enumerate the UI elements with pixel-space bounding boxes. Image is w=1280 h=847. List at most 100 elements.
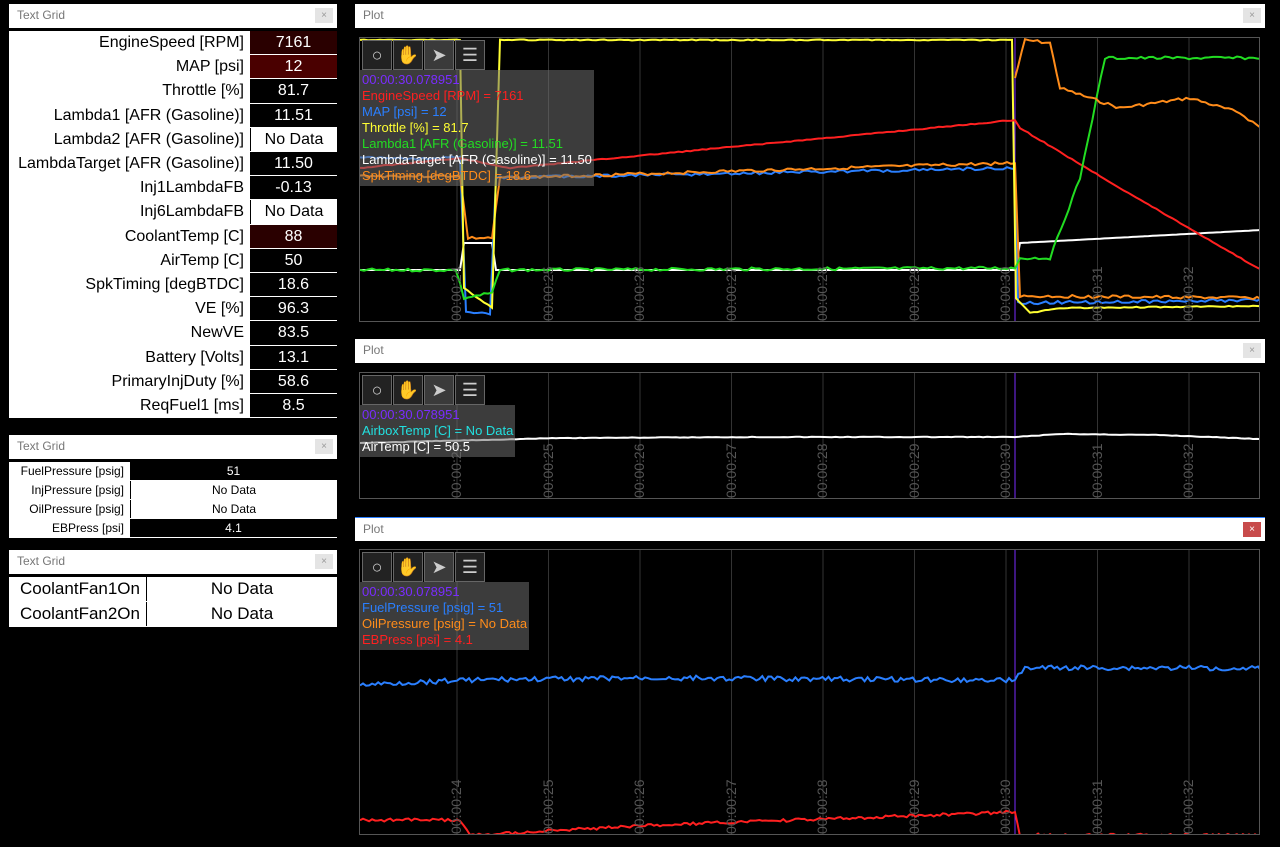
pan-hand-icon[interactable]: ✋	[393, 375, 423, 405]
time-tick-label: 00:00:31	[1088, 779, 1105, 835]
pointer-icon[interactable]: ➤	[424, 375, 454, 405]
time-tick-label: 00:00:31	[1088, 266, 1105, 322]
plot1-legend: 00:00:30.078951 EngineSpeed [RPM] = 7161 M…	[360, 70, 594, 186]
text-grid-value: No Data	[250, 200, 337, 224]
text-grid-label: Lambda2 [AFR (Gasoline)]	[9, 127, 250, 151]
text-grid-value: 13.1	[250, 345, 337, 369]
text-grid-row: CoolantFan1On No Data	[9, 577, 337, 602]
legend-entry: EBPress [psi] = 4.1	[362, 632, 473, 647]
text-grid-row: VE [%] 96.3	[9, 297, 337, 322]
text-grid-label: PrimaryInjDuty [%]	[9, 369, 250, 393]
text-grid-label: NewVE	[9, 321, 250, 345]
text-grid-1-title: Text Grid	[17, 8, 66, 22]
text-grid-3-title: Text Grid	[17, 554, 66, 568]
time-tick-label: 00:00:32	[1180, 779, 1196, 835]
text-grid-value: No Data	[250, 127, 337, 151]
pointer-icon[interactable]: ➤	[424, 552, 454, 582]
text-grid-value: 88	[250, 224, 337, 248]
time-tick-label: 00:00:27	[722, 443, 739, 499]
pan-hand-icon[interactable]: ✋	[393, 552, 423, 582]
plot2-toolbar: ○ ✋ ➤ ☰	[362, 375, 486, 405]
legend-entry: 00:00:30.078951	[362, 72, 460, 87]
text-grid-value: 8.5	[250, 394, 337, 418]
text-grid-label: CoolantTemp [C]	[9, 224, 250, 248]
text-grid-3-title-bar: Text Grid ×	[9, 550, 337, 574]
legend-entry: AirTemp [C] = 50.5	[362, 439, 471, 454]
list-icon[interactable]: ☰	[455, 375, 485, 405]
list-icon[interactable]: ☰	[455, 40, 485, 70]
text-grid-row: EBPress [psi] 4.1	[9, 519, 337, 538]
text-grid-row: MAP [psi] 12	[9, 55, 337, 80]
text-grid-row: Lambda1 [AFR (Gasoline)] 11.51	[9, 103, 337, 128]
text-grid-value: 83.5	[250, 321, 337, 345]
time-tick-label: 00:00:32	[1180, 443, 1196, 499]
text-grid-value: 11.50	[250, 152, 337, 176]
text-grid-value: No Data	[130, 481, 337, 499]
list-icon[interactable]: ☰	[455, 552, 485, 582]
text-grid-label: EBPress [psi]	[9, 519, 130, 537]
text-grid-value: 81.7	[250, 79, 337, 103]
text-grid-row: LambdaTarget [AFR (Gasoline)] 11.50	[9, 152, 337, 177]
text-grid-label: VE [%]	[9, 297, 250, 321]
text-grid-row: Battery [Volts] 13.1	[9, 345, 337, 370]
plot-3-area[interactable]: 00:00:24 00:00:25 00:00:26 00:00:27 00:00:28…	[359, 549, 1260, 835]
text-grid-1-close-button[interactable]: ×	[315, 8, 333, 23]
text-grid-row: AirTemp [C] 50	[9, 248, 337, 273]
time-tick-label: 00:00:25	[539, 266, 556, 322]
text-grid-row: Throttle [%] 81.7	[9, 79, 337, 104]
text-grid-label: CoolantFan2On	[9, 602, 146, 626]
time-tick-label: 00:00:27	[722, 266, 739, 322]
time-tick-label: 00:00:30	[997, 443, 1013, 499]
pan-hand-icon[interactable]: ✋	[393, 40, 423, 70]
text-grid-label: LambdaTarget [AFR (Gasoline)]	[9, 152, 250, 176]
legend-entry: 00:00:30.078951	[362, 407, 460, 422]
text-grid-label: Lambda1 [AFR (Gasoline)]	[9, 103, 250, 127]
text-grid-row: ReqFuel1 [ms] 8.5	[9, 394, 337, 419]
text-grid-2-title-bar: Text Grid ×	[9, 435, 337, 459]
text-grid-value: 12	[250, 55, 337, 79]
text-grid-2-close-button[interactable]: ×	[315, 439, 333, 454]
legend-entry: Lambda1 [AFR (Gasoline)] = 11.51	[362, 136, 564, 151]
plot-3-title: Plot	[363, 522, 384, 536]
pointer-icon[interactable]: ➤	[424, 40, 454, 70]
text-grid-value: 11.51	[250, 103, 337, 127]
plot-1-close-button[interactable]: ×	[1243, 8, 1261, 23]
text-grid-label: MAP [psi]	[9, 55, 250, 79]
text-grid-row: Inj6LambdaFB No Data	[9, 200, 337, 225]
plot-3-close-button[interactable]: ×	[1243, 522, 1261, 537]
text-grid-label: ReqFuel1 [ms]	[9, 394, 250, 418]
text-grid-row: FuelPressure [psig] 51	[9, 462, 337, 481]
text-grid-value: No Data	[146, 577, 337, 601]
time-tick-label: 00:00:32	[1180, 266, 1196, 322]
text-grid-value: 50	[250, 248, 337, 272]
text-grid-3-close-button[interactable]: ×	[315, 554, 333, 569]
time-tick-label: 00:00:30	[997, 779, 1013, 835]
text-grid-value: 7161	[250, 31, 337, 55]
time-tick-label: 00:00:24	[448, 779, 464, 835]
text-grid-value: 96.3	[250, 297, 337, 321]
zoom-icon[interactable]: ○	[362, 40, 392, 70]
time-tick-label: 00:00:28	[814, 443, 830, 499]
zoom-icon[interactable]: ○	[362, 552, 392, 582]
legend-entry: MAP [psi] = 12	[362, 104, 447, 119]
plot-2-area[interactable]: 00:00:24 00:00:25 00:00:26 00:00:27 00:00:28…	[359, 372, 1260, 499]
text-grid-label: Inj6LambdaFB	[9, 200, 250, 224]
plot-2-close-button[interactable]: ×	[1243, 343, 1261, 358]
text-grid-row: NewVE 83.5	[9, 321, 337, 346]
plot2-legend: 00:00:30.078951 AirboxTemp [C] = No Data A…	[360, 405, 516, 457]
plot3-legend: 00:00:30.078951 FuelPressure [psig] = 51 O…	[360, 582, 530, 650]
time-tick-label: 00:00:29	[905, 443, 922, 499]
legend-entry: AirboxTemp [C] = No Data	[362, 423, 514, 438]
text-grid-label: Inj1LambdaFB	[9, 176, 250, 200]
time-tick-label: 00:00:25	[539, 443, 556, 499]
text-grid-label: InjPressure [psig]	[9, 481, 130, 499]
text-grid-label: SpkTiming [degBTDC]	[9, 273, 250, 297]
time-tick-label: 00:00:27	[722, 779, 739, 835]
plot-1-area[interactable]: 00:00:24 00:00:25 00:00:26 00:00:27 00:00:28…	[359, 37, 1260, 322]
text-grid-row: InjPressure [psig] No Data	[9, 481, 337, 500]
plot-1-title-bar: Plot ×	[355, 4, 1265, 28]
zoom-icon[interactable]: ○	[362, 375, 392, 405]
plot-3-title-bar: Plot ×	[355, 517, 1265, 541]
text-grid-row: Inj1LambdaFB -0.13	[9, 176, 337, 201]
text-grid-value: -0.13	[250, 176, 337, 200]
